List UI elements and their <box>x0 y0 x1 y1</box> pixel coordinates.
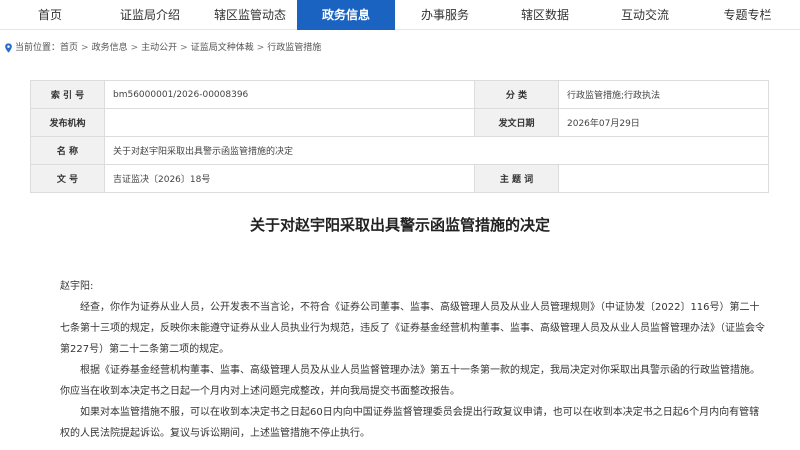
document-number-label: 文 号 <box>30 164 105 193</box>
index-number-value: bm56000001/2026-00008396 <box>104 80 475 109</box>
document-metadata-table: 索 引 号 bm56000001/2026-00008396 分 类 行政监管措… <box>30 80 769 193</box>
document-body: 赵宇阳: 经查，你作为证券从业人员，公开发表不当言论，不符合《证券公司董事、监事… <box>60 276 768 444</box>
nav-item-interaction[interactable]: 互动交流 <box>595 0 695 30</box>
issue-date-value: 2026年07月29日 <box>558 108 769 137</box>
document-name-label: 名 称 <box>30 136 105 165</box>
paragraph-decision: 根据《证券基金经营机构董事、监事、高级管理人员及从业人员监督管理办法》第五十一条… <box>60 365 760 397</box>
nav-item-regional-supervision[interactable]: 辖区监管动态 <box>200 0 300 30</box>
breadcrumb-separator: > <box>256 43 265 53</box>
breadcrumb-item-administrative-measures[interactable]: 行政监管措施 <box>267 43 321 53</box>
paragraph-appeal-rights: 如果对本监管措施不服，可以在收到本决定书之日起60日内向中国证券监督管理委员会提… <box>60 407 760 439</box>
category-value: 行政监管措施;行政执法 <box>558 80 769 109</box>
top-navigation: 首页 证监局介绍 辖区监管动态 政务信息 办事服务 辖区数据 互动交流 专题专栏 <box>0 0 800 30</box>
nav-item-special-topics[interactable]: 专题专栏 <box>695 0 800 30</box>
category-label: 分 类 <box>474 80 559 109</box>
metadata-row: 索 引 号 bm56000001/2026-00008396 分 类 行政监管措… <box>30 80 769 109</box>
subject-words-value <box>558 164 769 193</box>
breadcrumb-item-government-info[interactable]: 政务信息 <box>92 43 128 53</box>
breadcrumb-item-proactive-disclosure[interactable]: 主动公开 <box>141 43 177 53</box>
breadcrumb-separator: > <box>81 43 89 53</box>
nav-item-government-info[interactable]: 政务信息 <box>297 0 395 30</box>
document-name-value: 关于对赵宇阳采取出具警示函监管措施的决定 <box>104 136 769 165</box>
metadata-row: 发布机构 发文日期 2026年07月29日 <box>30 108 769 137</box>
publisher-value <box>104 108 475 137</box>
document-title: 关于对赵宇阳采取出具警示函监管措施的决定 <box>249 216 550 234</box>
index-number-label: 索 引 号 <box>30 80 105 109</box>
breadcrumb-item-home[interactable]: 首页 <box>60 43 78 53</box>
publisher-label: 发布机构 <box>30 108 105 137</box>
location-pin-icon <box>5 43 12 53</box>
nav-item-services[interactable]: 办事服务 <box>395 0 495 30</box>
breadcrumb-separator: > <box>130 43 139 53</box>
salutation: 赵宇阳: <box>60 281 94 292</box>
metadata-row: 文 号 吉证监决〔2026〕18号 主 题 词 <box>30 164 769 193</box>
breadcrumb-prefix: 当前位置： <box>15 43 61 53</box>
paragraph-findings: 经查，你作为证券从业人员，公开发表不当言论，不符合《证券公司董事、监事、高级管理… <box>60 302 765 355</box>
breadcrumb-item-document-genres[interactable]: 证监局文种体裁 <box>191 43 254 53</box>
nav-item-home[interactable]: 首页 <box>0 0 100 30</box>
metadata-row: 名 称 关于对赵宇阳采取出具警示函监管措施的决定 <box>30 136 769 165</box>
document-number-value: 吉证监决〔2026〕18号 <box>104 164 475 193</box>
nav-item-bureau-intro[interactable]: 证监局介绍 <box>100 0 200 30</box>
nav-item-regional-data[interactable]: 辖区数据 <box>495 0 595 30</box>
subject-words-label: 主 题 词 <box>474 164 559 193</box>
breadcrumb-separator: > <box>180 43 188 53</box>
issue-date-label: 发文日期 <box>474 108 559 137</box>
